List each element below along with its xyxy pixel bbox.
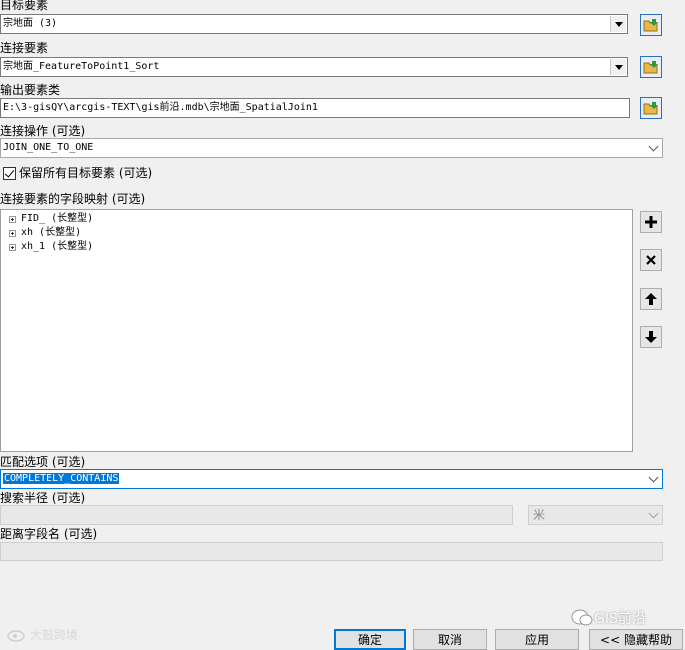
join-operation-label: 连接操作 (可选) — [0, 124, 86, 138]
field-map-tree[interactable]: FID_ (长整型) xh (长整型) xh_1 (长整型) — [0, 209, 633, 452]
tree-item-label: xh (长整型) — [21, 227, 82, 238]
output-class-value: E:\3-gisQY\arcgis-TEXT\gis前沿.mdb\宗地面_Spa… — [3, 102, 318, 113]
keep-all-checkbox[interactable] — [3, 167, 16, 180]
hide-help-button[interactable]: << 隐藏帮助 — [589, 629, 683, 650]
join-features-value: 宗地面_FeatureToPoint1_Sort — [3, 61, 160, 72]
match-option-label: 匹配选项 (可选) — [0, 455, 86, 469]
ok-button[interactable]: 确定 — [334, 629, 406, 650]
down-arrow-icon — [645, 331, 657, 343]
output-browse-button[interactable] — [640, 97, 662, 119]
watermark-right-text: GIS前沿 — [594, 611, 646, 627]
match-option-value: COMPLETELY_CONTAINS — [3, 473, 120, 484]
expand-icon[interactable] — [9, 229, 16, 237]
search-radius-input[interactable] — [0, 505, 513, 525]
search-radius-unit: 米 — [533, 508, 546, 522]
target-features-label: 目标要素 — [0, 0, 49, 12]
tree-item[interactable]: FID_ (长整型) — [9, 213, 93, 225]
folder-icon — [643, 61, 658, 74]
output-class-input[interactable]: E:\3-gisQY\arcgis-TEXT\gis前沿.mdb\宗地面_Spa… — [0, 98, 630, 118]
keep-all-label: 保留所有目标要素 (可选) — [19, 166, 153, 180]
remove-field-button[interactable] — [640, 249, 662, 271]
target-features-value: 宗地面 (3) — [3, 18, 58, 29]
chevron-down-icon[interactable] — [610, 16, 626, 32]
chevron-down-icon[interactable] — [646, 140, 661, 156]
distance-field-input[interactable] — [0, 542, 663, 561]
chevron-down-icon[interactable] — [646, 471, 661, 487]
join-features-label: 连接要素 — [0, 41, 49, 55]
tree-item[interactable]: xh (长整型) — [9, 227, 81, 239]
folder-icon — [643, 19, 658, 32]
apply-button[interactable]: 应用 — [495, 629, 579, 650]
tree-item-label: FID_ (长整型) — [21, 213, 94, 224]
tree-item-label: xh_1 (长整型) — [21, 241, 94, 252]
wechat-icon — [571, 609, 593, 626]
watermark-right: GIS前沿 — [570, 608, 646, 628]
folder-icon — [643, 102, 658, 115]
join-operation-value: JOIN_ONE_TO_ONE — [3, 142, 94, 153]
watermark-left: 大鼓跨境 — [6, 626, 78, 643]
target-features-combo[interactable]: 宗地面 (3) — [0, 14, 628, 34]
output-class-label: 输出要素类 — [0, 83, 61, 97]
distance-field-label: 距离字段名 (可选) — [0, 527, 98, 541]
watermark-left-text: 大鼓跨境 — [30, 628, 79, 642]
expand-icon[interactable] — [9, 215, 16, 223]
expand-icon[interactable] — [9, 243, 16, 251]
remove-icon — [646, 255, 656, 265]
join-browse-button[interactable] — [640, 56, 662, 78]
chevron-down-icon[interactable] — [610, 59, 626, 75]
add-field-button[interactable] — [640, 211, 662, 233]
chevron-down-icon[interactable] — [646, 507, 661, 523]
up-arrow-icon — [645, 293, 657, 305]
add-icon — [645, 216, 657, 228]
target-browse-button[interactable] — [640, 14, 662, 36]
match-option-combo[interactable]: COMPLETELY_CONTAINS — [0, 469, 663, 489]
search-radius-unit-combo[interactable]: 米 — [528, 505, 663, 525]
tree-item[interactable]: xh_1 (长整型) — [9, 241, 93, 253]
weibo-icon — [7, 629, 25, 642]
field-map-label: 连接要素的字段映射 (可选) — [0, 192, 146, 206]
move-down-button[interactable] — [640, 326, 662, 348]
move-up-button[interactable] — [640, 288, 662, 310]
join-operation-combo[interactable]: JOIN_ONE_TO_ONE — [0, 138, 663, 158]
cancel-button[interactable]: 取消 — [413, 629, 487, 650]
join-features-combo[interactable]: 宗地面_FeatureToPoint1_Sort — [0, 57, 628, 77]
search-radius-label: 搜索半径 (可选) — [0, 491, 86, 505]
